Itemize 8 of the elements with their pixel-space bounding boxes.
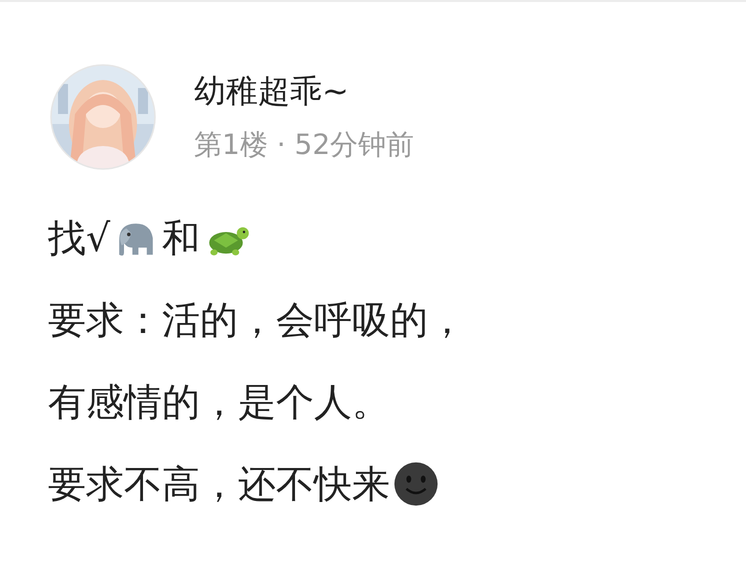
post-meta: 第1楼 · 52分钟前 [194,127,414,163]
post-text: 要求：活的，会呼吸的， [48,297,466,344]
post-text: 找√ [48,215,110,262]
author-name[interactable]: 幼稚超乖~ [194,70,414,114]
post-text: 有感情的，是个人。 [48,379,390,426]
post-text: 和 [162,215,200,262]
post-text: 要求不高，还不快来 [48,461,390,508]
smiley-icon [392,460,440,508]
